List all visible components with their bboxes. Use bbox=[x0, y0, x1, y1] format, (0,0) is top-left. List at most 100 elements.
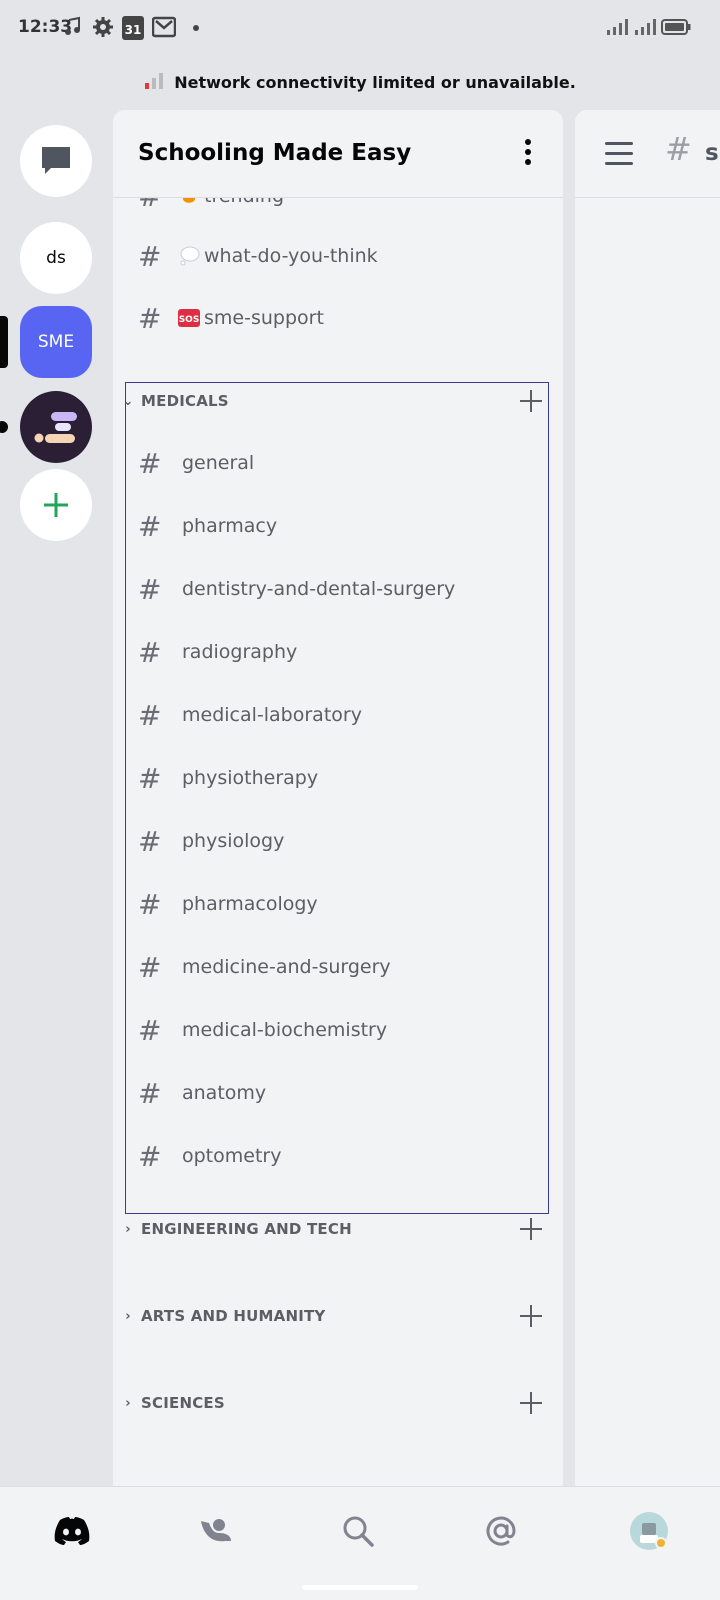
server-logo-icon bbox=[34, 412, 77, 443]
server-logo[interactable] bbox=[20, 391, 92, 463]
category-name: ARTS AND HUMANITY bbox=[141, 1307, 326, 1325]
chat-panel: # s bbox=[575, 110, 720, 1486]
nav-profile[interactable] bbox=[627, 1509, 671, 1553]
nav-mentions[interactable] bbox=[479, 1509, 523, 1553]
chat-header: # s bbox=[575, 110, 720, 198]
hash-icon: # bbox=[138, 1076, 162, 1110]
home-indicator[interactable] bbox=[302, 1585, 418, 1590]
sos-icon: SOS bbox=[178, 309, 200, 327]
category-sciences[interactable]: › SCIENCES bbox=[121, 1388, 225, 1418]
hash-icon: # bbox=[138, 301, 162, 335]
server-title: Schooling Made Easy bbox=[138, 140, 412, 166]
server-ds[interactable]: ds bbox=[20, 222, 92, 294]
add-server-button[interactable] bbox=[20, 469, 92, 541]
friends-icon bbox=[201, 1519, 231, 1542]
chevron-right-icon: › bbox=[125, 1221, 131, 1237]
channel-general[interactable]: # general bbox=[138, 439, 254, 487]
channel-dentistry-and-dental-surgery[interactable]: # dentistry-and-dental-surgery bbox=[138, 565, 455, 613]
selected-server-indicator bbox=[0, 316, 8, 368]
channel-pharmacology[interactable]: # pharmacology bbox=[138, 880, 318, 928]
channel-name: general bbox=[182, 452, 255, 474]
music-note-icon bbox=[65, 16, 80, 35]
unread-indicator bbox=[0, 421, 8, 433]
hash-icon: # bbox=[138, 824, 162, 858]
category-engineering-and-tech[interactable]: › ENGINEERING AND TECH bbox=[121, 1214, 352, 1244]
add-channel-icon[interactable] bbox=[519, 1391, 543, 1415]
channel-name: optometry bbox=[182, 1145, 282, 1167]
category-arts-and-humanity[interactable]: › ARTS AND HUMANITY bbox=[121, 1301, 325, 1331]
channel-name: anatomy bbox=[182, 1082, 267, 1104]
channel-medical-biochemistry[interactable]: # medical-biochemistry bbox=[138, 1006, 387, 1054]
channel-name: physiotherapy bbox=[182, 767, 319, 789]
category-medicals[interactable]: ⌄ MEDICALS bbox=[121, 386, 555, 416]
profile-avatar-icon bbox=[630, 1512, 668, 1550]
channel-what-do-you-think[interactable]: # what-do-you-think bbox=[138, 232, 378, 280]
nav-search[interactable] bbox=[336, 1509, 380, 1553]
hash-icon: # bbox=[665, 130, 692, 168]
gmail-icon bbox=[152, 16, 176, 38]
server-sme[interactable]: SME bbox=[20, 306, 92, 378]
svg-text:SOS: SOS bbox=[179, 315, 200, 325]
server-header[interactable]: Schooling Made Easy bbox=[113, 110, 563, 198]
notification-dot bbox=[193, 25, 199, 31]
chevron-right-icon: › bbox=[125, 1395, 131, 1411]
hash-icon: # bbox=[138, 887, 162, 921]
hash-icon: # bbox=[138, 446, 162, 480]
network-banner-text: Network connectivity limited or unavaila… bbox=[174, 73, 576, 92]
channel-name: sme-support bbox=[204, 307, 324, 329]
category-name: MEDICALS bbox=[141, 392, 229, 410]
direct-messages-button[interactable] bbox=[20, 125, 92, 197]
channel-pharmacy[interactable]: # pharmacy bbox=[138, 502, 277, 550]
hash-icon: # bbox=[138, 572, 162, 606]
chevron-right-icon: › bbox=[125, 1308, 131, 1324]
calendar-icon: 31 bbox=[122, 16, 144, 40]
add-channel-icon[interactable] bbox=[519, 1304, 543, 1328]
hash-icon: # bbox=[138, 1013, 162, 1047]
chat-bubble-icon bbox=[42, 147, 70, 174]
server-label: ds bbox=[46, 248, 66, 268]
hash-icon: # bbox=[138, 509, 162, 543]
channel-name: dentistry-and-dental-surgery bbox=[182, 578, 456, 600]
hash-icon: # bbox=[138, 635, 162, 669]
channel-optometry[interactable]: # optometry bbox=[138, 1132, 281, 1180]
channel-anatomy[interactable]: # anatomy bbox=[138, 1069, 266, 1117]
battery-icon bbox=[661, 19, 691, 35]
status-bar: 12:33 31 bbox=[0, 0, 720, 56]
channel-radiography[interactable]: # radiography bbox=[138, 628, 297, 676]
channel-physiotherapy[interactable]: # physiotherapy bbox=[138, 754, 318, 802]
channel-name: pharmacology bbox=[182, 893, 318, 915]
category-name: ENGINEERING AND TECH bbox=[141, 1220, 352, 1238]
signal-icon bbox=[635, 19, 656, 35]
settings-gear-icon bbox=[93, 17, 113, 37]
channel-sme-support[interactable]: # SOS sme-support bbox=[138, 294, 324, 342]
channel-name: medicine-and-surgery bbox=[182, 956, 391, 978]
mentions-icon bbox=[486, 1516, 516, 1546]
category-name: SCIENCES bbox=[141, 1394, 225, 1412]
channel-name: medical-biochemistry bbox=[182, 1019, 388, 1041]
channel-name: physiology bbox=[182, 830, 285, 852]
channel-name: pharmacy bbox=[182, 515, 278, 537]
chat-channel-name: s bbox=[705, 140, 719, 166]
channel-name: radiography bbox=[182, 641, 298, 663]
nav-friends[interactable] bbox=[193, 1509, 237, 1553]
channel-physiology[interactable]: # physiology bbox=[138, 817, 284, 865]
hash-icon: # bbox=[138, 698, 162, 732]
channel-medicine-and-surgery[interactable]: # medicine-and-surgery bbox=[138, 943, 391, 991]
network-banner: Network connectivity limited or unavaila… bbox=[0, 72, 720, 102]
server-label: SME bbox=[37, 332, 75, 352]
channel-medical-laboratory[interactable]: # medical-laboratory bbox=[138, 691, 362, 739]
menu-icon[interactable] bbox=[605, 142, 633, 172]
discord-home-icon bbox=[54, 1517, 90, 1545]
more-options-icon[interactable] bbox=[523, 139, 533, 169]
add-channel-icon[interactable] bbox=[519, 389, 543, 413]
hash-icon: # bbox=[138, 761, 162, 795]
hash-icon: # bbox=[138, 239, 162, 273]
add-channel-icon[interactable] bbox=[519, 1217, 543, 1241]
nav-home[interactable] bbox=[50, 1509, 94, 1553]
channel-panel: Schooling Made Easy # trending # what-do… bbox=[113, 110, 563, 1486]
thought-bubble-icon bbox=[180, 246, 200, 266]
bottom-navigation bbox=[0, 1486, 720, 1600]
hash-icon: # bbox=[138, 950, 162, 984]
signal-icon bbox=[607, 19, 628, 35]
add-server-icon bbox=[44, 493, 68, 517]
